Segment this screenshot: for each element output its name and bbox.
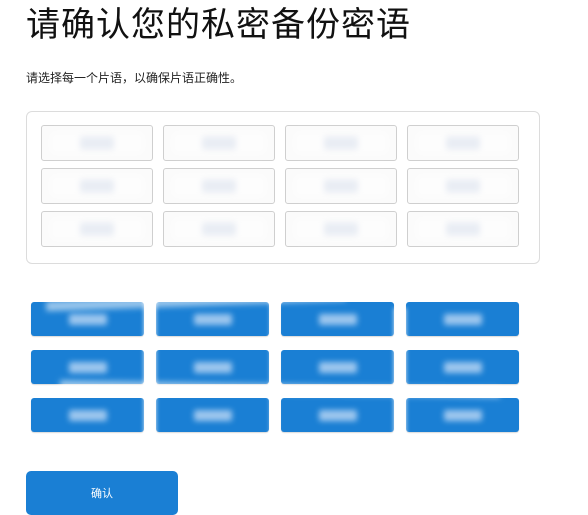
redaction-smear [172,175,266,197]
page-title: 请确认您的私密备份密语 [26,5,411,45]
obscured-word [318,313,357,325]
selected-phrase-slot[interactable] [163,125,275,161]
selected-phrase-slot[interactable] [163,168,275,204]
obscured-word [443,361,482,373]
selected-phrase-slot[interactable] [407,211,519,247]
selected-phrase-slot[interactable] [163,211,275,247]
phrase-word-button[interactable] [406,350,519,384]
phrase-word-button[interactable] [281,302,394,336]
redaction-smear [50,132,144,154]
instruction-text: 请选择每一个片语，以确保片语正确性。 [26,71,243,85]
obscured-word [443,313,482,325]
phrase-word-button[interactable] [31,398,144,432]
selected-phrase-slot[interactable] [285,125,397,161]
phrase-word-button[interactable] [281,350,394,384]
obscured-word [318,409,357,421]
obscured-word [68,361,107,373]
phrase-word-button[interactable] [406,302,519,336]
selected-phrase-grid [41,125,519,247]
redaction-smear [50,218,144,240]
redaction-stripe-vertical-3 [394,308,406,438]
obscured-word [193,313,232,325]
phrase-word-button[interactable] [156,350,269,384]
phrase-word-button[interactable] [156,398,269,432]
redaction-smear [172,218,266,240]
redaction-smear [416,175,510,197]
phrase-word-button[interactable] [406,398,519,432]
redaction-smear [416,132,510,154]
redaction-stripe-vertical-2 [270,296,278,438]
confirm-button[interactable]: 确认 [26,471,178,515]
selected-phrase-slot[interactable] [285,211,397,247]
obscured-word [193,409,232,421]
obscured-word [68,313,107,325]
selected-phrase-slot[interactable] [41,125,153,161]
obscured-word [68,409,107,421]
phrase-word-button[interactable] [31,350,144,384]
obscured-word [443,409,482,421]
redaction-smear [50,175,144,197]
selected-phrase-slot[interactable] [407,168,519,204]
redaction-smear [294,132,388,154]
selected-phrase-slot[interactable] [407,125,519,161]
selected-phrase-slot[interactable] [41,211,153,247]
phrase-word-button[interactable] [156,302,269,336]
redaction-stripe-vertical-1 [144,296,156,438]
selected-phrase-slot[interactable] [41,168,153,204]
selected-phrase-slot[interactable] [285,168,397,204]
selected-phrase-box [26,111,540,264]
phrase-word-button[interactable] [281,398,394,432]
obscured-word [193,361,232,373]
redaction-smear [294,218,388,240]
redaction-smear [416,218,510,240]
redaction-smear [294,175,388,197]
obscured-word [318,361,357,373]
redaction-smear [172,132,266,154]
